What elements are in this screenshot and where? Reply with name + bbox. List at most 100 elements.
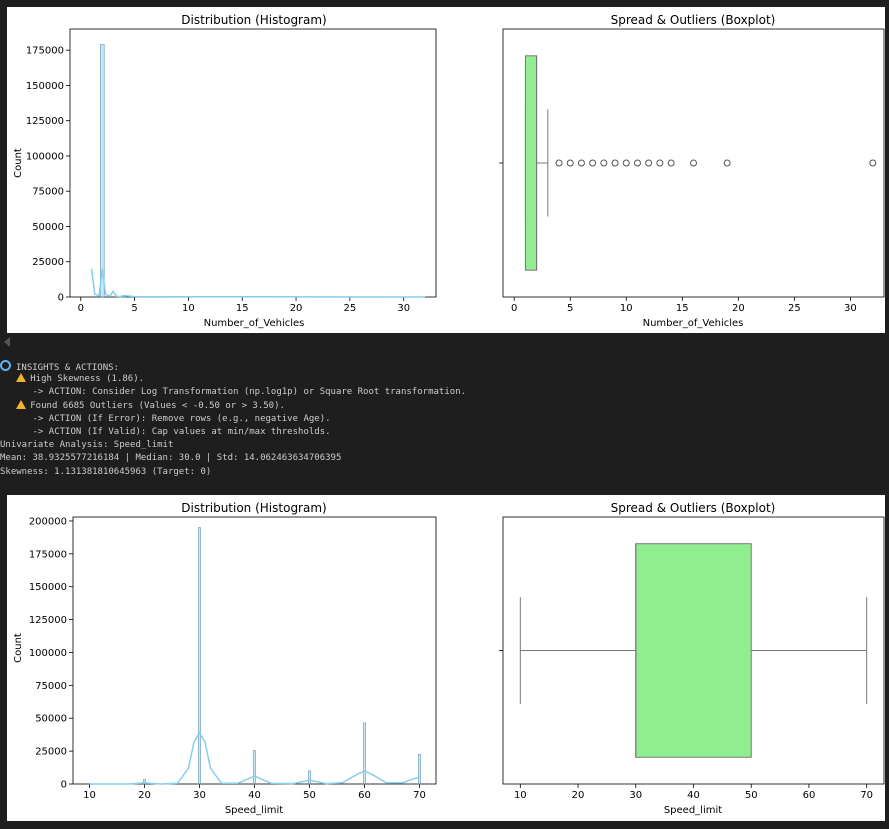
x-tick-label: 20	[290, 303, 303, 314]
hist-title: Distribution (Histogram)	[181, 501, 326, 515]
console-line-text: Found 6685 Outliers (Values < -0.50 or >…	[30, 400, 285, 411]
x-tick-label: 50	[745, 790, 758, 801]
figure-1-canvas: Distribution (Histogram) Number_of_Vehic…	[13, 13, 885, 329]
hist-xlabel: Number_of_Vehicles	[204, 318, 305, 329]
histogram-bar	[418, 754, 421, 785]
histogram-number-of-vehicles: Distribution (Histogram) Number_of_Vehic…	[13, 13, 437, 329]
hist-title: Distribution (Histogram)	[181, 13, 326, 27]
y-tick-label: 100000	[29, 648, 67, 659]
console-line: Mean: 38.9325577216184 | Median: 30.0 | …	[0, 452, 889, 465]
warning-icon	[16, 399, 27, 409]
console-line: High Skewness (1.86).	[0, 373, 889, 386]
kde-curve	[90, 268, 426, 298]
console-line-text: Mean: 38.9325577216184 | Median: 30.0 | …	[0, 453, 342, 464]
x-tick-label: 5	[567, 303, 573, 314]
box-xlabel: Number_of_Vehicles	[643, 318, 744, 329]
figure-number-of-vehicles: Distribution (Histogram) Number_of_Vehic…	[7, 7, 885, 333]
x-tick-label: 40	[248, 790, 261, 801]
outlier-point	[869, 159, 877, 167]
x-tick-label: 30	[397, 303, 410, 314]
x-tick-label: 30	[629, 790, 642, 801]
console-line: -> ACTION (If Valid): Cap values at min/…	[0, 426, 889, 439]
hist-xlabel: Speed_limit	[225, 805, 283, 816]
y-tick-label: 50000	[35, 714, 67, 725]
histogram-speed-limit: Distribution (Histogram) Speed_limit Cou…	[13, 501, 437, 816]
console-line-text: -> ACTION (If Valid): Cap values at min/…	[32, 426, 331, 437]
y-tick-label: 125000	[29, 615, 67, 626]
box-title: Spread & Outliers (Boxplot)	[611, 13, 776, 27]
y-tick-label: 50000	[32, 222, 64, 233]
x-tick-label: 10	[620, 303, 633, 314]
y-tick-label: 200000	[29, 516, 67, 527]
outlier-point	[690, 159, 697, 167]
x-tick-label: 50	[303, 790, 316, 801]
x-tick-label: 30	[844, 303, 857, 314]
x-tick-label: 70	[413, 790, 426, 801]
outlier-point	[566, 159, 574, 167]
x-tick-label: 0	[78, 303, 84, 314]
y-tick-label: 150000	[26, 81, 64, 92]
box-title: Spread & Outliers (Boxplot)	[611, 501, 776, 515]
histogram-bar	[100, 44, 105, 298]
console-line: Found 6685 Outliers (Values < -0.50 or >…	[0, 399, 889, 413]
outlier-point	[633, 159, 641, 167]
outlier-point	[555, 159, 563, 167]
console-line-text: -> ACTION: Consider Log Transformation (…	[32, 387, 466, 398]
boxplot-number-of-vehicles: Spread & Outliers (Boxplot) Number_of_Ve…	[499, 13, 885, 329]
warning-icon	[16, 373, 27, 383]
console-line: Skewness: 1.131381810645963 (Target: 0)	[0, 466, 889, 479]
histogram-bar	[308, 770, 311, 785]
axes-frame	[69, 28, 437, 298]
scroll-left-arrow-icon[interactable]	[4, 337, 10, 347]
console-line-text: Univariate Analysis: Speed_limit	[0, 440, 174, 451]
x-tick-label: 10	[514, 790, 527, 801]
x-tick-label: 20	[138, 790, 151, 801]
x-tick-label: 15	[676, 303, 689, 314]
histogram-bar	[253, 750, 256, 785]
box-iqr	[524, 55, 538, 271]
y-tick-label: 75000	[35, 681, 67, 692]
console-line-text: High Skewness (1.86).	[30, 374, 145, 385]
figure-2-canvas: Distribution (Histogram) Speed_limit Cou…	[13, 501, 885, 816]
x-tick-label: 20	[732, 303, 745, 314]
box-iqr	[635, 543, 752, 758]
console-output: INSIGHTS & ACTIONS: High Skewness (1.86)…	[0, 360, 889, 479]
console-line-text: -> ACTION (If Error): Remove rows (e.g.,…	[32, 413, 331, 424]
outlier-point	[723, 159, 731, 167]
console-line: -> ACTION (If Error): Remove rows (e.g.,…	[0, 413, 889, 426]
outlier-point	[600, 159, 608, 167]
outlier-point	[589, 159, 597, 167]
y-tick-label: 75000	[32, 187, 64, 198]
histogram-bar	[363, 722, 366, 785]
x-tick-label: 10	[182, 303, 195, 314]
outlier-point	[622, 159, 630, 167]
x-tick-label: 15	[236, 303, 249, 314]
x-tick-label: 25	[788, 303, 801, 314]
outlier-point	[577, 159, 585, 167]
hist-ylabel: Count	[13, 633, 24, 663]
x-tick-label: 70	[860, 790, 873, 801]
x-tick-label: 60	[803, 790, 816, 801]
y-tick-label: 175000	[29, 549, 67, 560]
x-tick-label: 5	[131, 303, 137, 314]
y-tick-label: 0	[61, 780, 67, 791]
boxplot-speed-limit: Spread & Outliers (Boxplot) Speed_limit …	[499, 501, 885, 816]
y-tick-label: 150000	[29, 582, 67, 593]
y-tick-label: 100000	[26, 151, 64, 162]
y-tick-label: 25000	[32, 257, 64, 268]
console-line-text: Skewness: 1.131381810645963 (Target: 0)	[0, 466, 212, 477]
y-tick-label: 125000	[26, 116, 64, 127]
y-tick-label: 0	[58, 293, 64, 304]
histogram-bar	[198, 527, 201, 785]
figure-speed-limit: Distribution (Histogram) Speed_limit Cou…	[7, 495, 885, 821]
outlier-point	[667, 159, 675, 167]
console-line: Univariate Analysis: Speed_limit	[0, 439, 889, 452]
x-tick-label: 10	[83, 790, 96, 801]
console-line: INSIGHTS & ACTIONS:	[0, 360, 889, 373]
y-tick-label: 175000	[26, 46, 64, 57]
axes-frame	[502, 28, 885, 298]
box-xlabel: Speed_limit	[664, 805, 722, 816]
outlier-point	[611, 159, 619, 167]
x-tick-label: 25	[344, 303, 357, 314]
hist-ylabel: Count	[13, 148, 24, 178]
